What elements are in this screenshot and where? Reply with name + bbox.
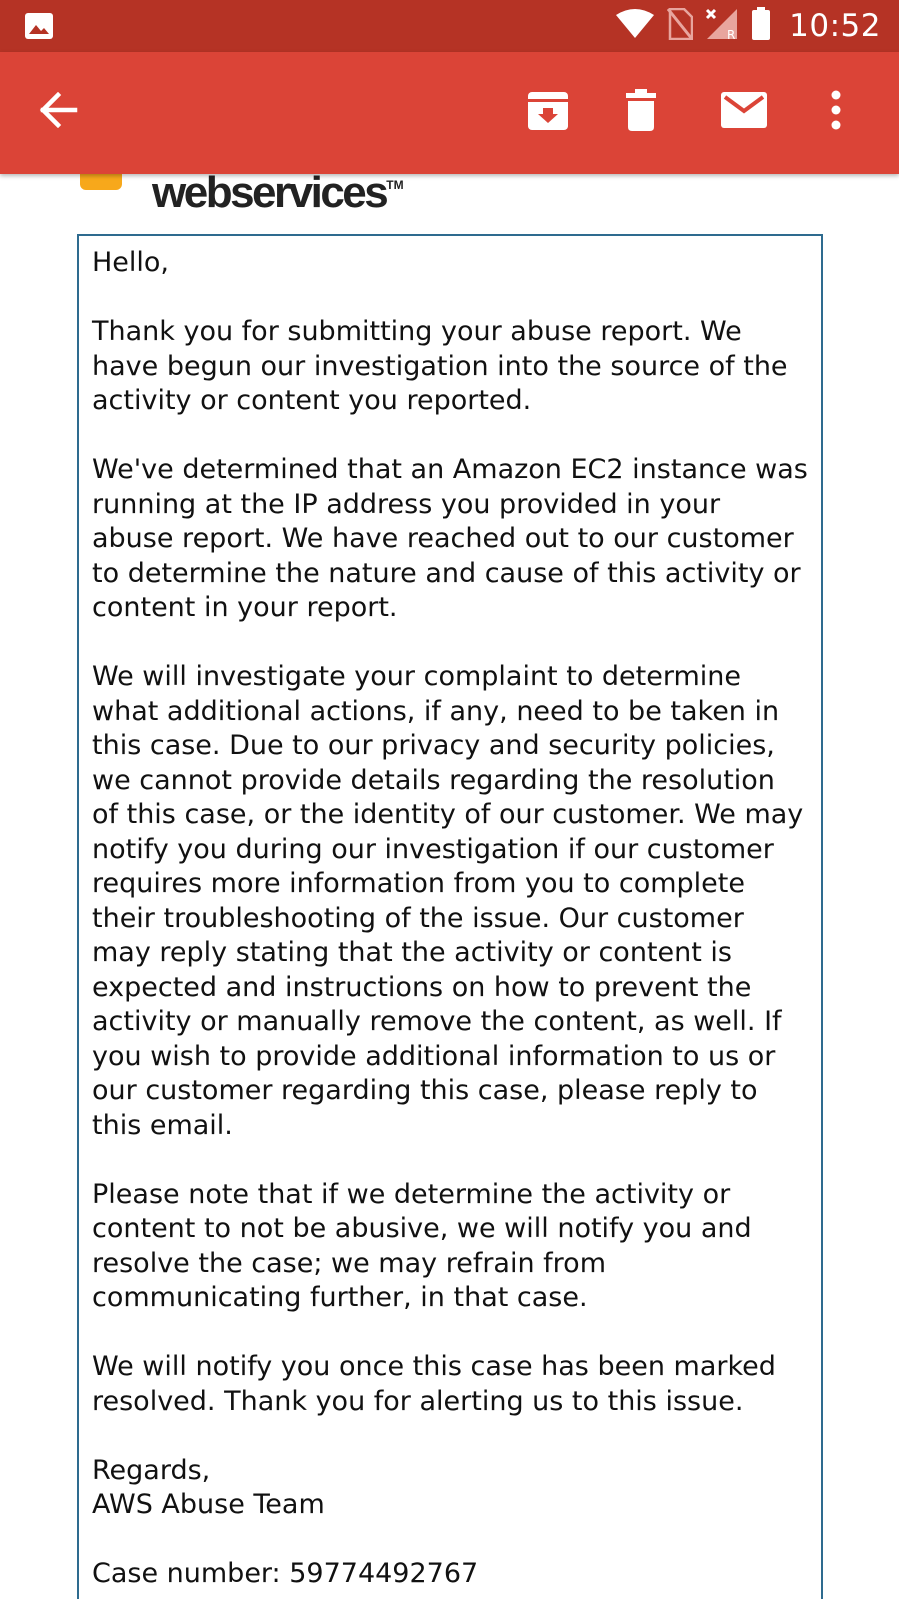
paragraph-1: Thank you for submitting your abuse repo… — [92, 316, 788, 416]
wifi-icon — [615, 9, 655, 43]
no-sim-icon — [666, 7, 694, 44]
svg-text:R: R — [727, 28, 735, 40]
paragraph-5: We will notify you once this case has be… — [92, 1351, 776, 1417]
clock: 10:52 — [789, 8, 881, 44]
delete-button[interactable] — [611, 82, 671, 142]
image-icon — [24, 12, 54, 40]
aws-logo-tm: TM — [386, 178, 404, 192]
app-bar — [0, 52, 899, 174]
aws-logo-text: webservices — [152, 174, 389, 217]
status-bar: R 10:52 — [0, 0, 899, 52]
aws-logo: webservicesTM — [80, 174, 440, 224]
archive-button[interactable] — [518, 82, 578, 142]
email-body: webservicesTM Hello, Thank you for submi… — [0, 174, 899, 1599]
message-box: Hello, Thank you for submitting your abu… — [77, 234, 823, 1599]
more-vert-icon — [830, 90, 842, 134]
aws-logo-cube — [80, 174, 122, 190]
paragraph-3: We will investigate your complaint to de… — [92, 661, 804, 1141]
status-icons: R 10:52 — [615, 6, 881, 46]
mail-icon — [721, 92, 767, 132]
delete-icon — [625, 89, 657, 135]
paragraph-4: Please note that if we determine the act… — [92, 1178, 752, 1314]
back-button[interactable] — [28, 82, 88, 142]
archive-icon — [527, 89, 569, 135]
mark-unread-button[interactable] — [714, 82, 774, 142]
signal-roaming-icon: R — [705, 8, 739, 44]
signoff: Regards, — [92, 1454, 211, 1486]
paragraph-2: We've determined that an Amazon EC2 inst… — [92, 454, 808, 623]
more-options-button[interactable] — [806, 82, 866, 142]
signature: AWS Abuse Team — [92, 1489, 325, 1520]
case-number: Case number: 59774492767 — [92, 1558, 479, 1589]
battery-icon — [751, 7, 771, 45]
back-arrow-icon — [38, 91, 78, 132]
greeting: Hello, — [92, 247, 170, 278]
